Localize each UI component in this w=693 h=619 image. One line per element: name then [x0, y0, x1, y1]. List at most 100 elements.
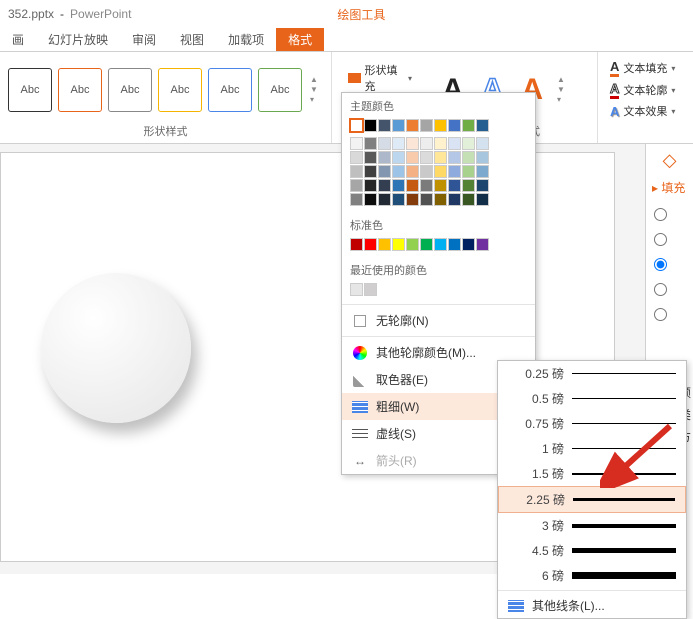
tab-review[interactable]: 审阅 — [120, 28, 168, 51]
theme-shade-swatch[interactable] — [392, 165, 405, 178]
theme-shade-swatch[interactable] — [406, 193, 419, 206]
theme-shade-swatch[interactable] — [406, 151, 419, 164]
text-effects-button[interactable]: A 文本效果▾ — [606, 102, 679, 120]
more-lines-item[interactable]: 其他线条(L)... — [498, 593, 686, 618]
theme-shade-swatch[interactable] — [462, 137, 475, 150]
theme-shade-swatch[interactable] — [462, 193, 475, 206]
theme-shade-swatch[interactable] — [434, 179, 447, 192]
theme-color-swatch[interactable] — [350, 119, 363, 132]
text-fill-button[interactable]: A 文本填充▾ — [606, 58, 679, 78]
weight-option[interactable]: 1 磅 — [498, 436, 686, 461]
theme-shade-swatch[interactable] — [378, 137, 391, 150]
theme-shade-swatch[interactable] — [420, 193, 433, 206]
shape-style-5[interactable]: Abc — [208, 68, 252, 112]
theme-shade-swatch[interactable] — [378, 165, 391, 178]
theme-color-swatch[interactable] — [420, 119, 433, 132]
shape-style-6[interactable]: Abc — [258, 68, 302, 112]
tab-anim[interactable]: 画 — [0, 28, 36, 51]
theme-shade-swatch[interactable] — [434, 137, 447, 150]
theme-shade-swatch[interactable] — [476, 179, 489, 192]
theme-shade-swatch[interactable] — [448, 151, 461, 164]
weight-option[interactable]: 3 磅 — [498, 513, 686, 538]
standard-color-swatch[interactable] — [476, 238, 489, 251]
weight-option[interactable]: 2.25 磅 — [498, 486, 686, 513]
theme-shade-swatch[interactable] — [434, 151, 447, 164]
fill-option-5[interactable] — [648, 302, 691, 327]
standard-color-swatch[interactable] — [406, 238, 419, 251]
weight-option[interactable]: 1.5 磅 — [498, 461, 686, 486]
theme-shade-swatch[interactable] — [392, 193, 405, 206]
theme-shade-swatch[interactable] — [476, 165, 489, 178]
theme-color-swatch[interactable] — [392, 119, 405, 132]
theme-shade-swatch[interactable] — [364, 179, 377, 192]
gallery-more-icon[interactable]: ▾ — [557, 95, 565, 104]
shape-style-2[interactable]: Abc — [58, 68, 102, 112]
shape-style-1[interactable]: Abc — [8, 68, 52, 112]
theme-shade-swatch[interactable] — [392, 179, 405, 192]
circle-shape[interactable] — [41, 273, 191, 423]
fill-section-title[interactable]: ▸ 填充 — [648, 171, 691, 202]
theme-shade-swatch[interactable] — [350, 179, 363, 192]
tab-slideshow[interactable]: 幻灯片放映 — [36, 28, 120, 51]
standard-color-swatch[interactable] — [364, 238, 377, 251]
theme-shade-swatch[interactable] — [420, 137, 433, 150]
theme-shade-swatch[interactable] — [406, 165, 419, 178]
theme-shade-swatch[interactable] — [392, 151, 405, 164]
weight-option[interactable]: 4.5 磅 — [498, 538, 686, 563]
theme-color-swatch[interactable] — [378, 119, 391, 132]
theme-shade-swatch[interactable] — [476, 151, 489, 164]
gallery-down-icon[interactable]: ▼ — [557, 85, 565, 94]
theme-color-swatch[interactable] — [448, 119, 461, 132]
format-pane-icon[interactable]: ◇ — [648, 150, 691, 171]
text-outline-button[interactable]: A 文本轮廓▾ — [606, 80, 679, 100]
fill-option-3[interactable] — [648, 252, 691, 277]
theme-shade-swatch[interactable] — [434, 165, 447, 178]
theme-shade-swatch[interactable] — [420, 165, 433, 178]
theme-shade-swatch[interactable] — [420, 179, 433, 192]
standard-color-swatch[interactable] — [378, 238, 391, 251]
theme-color-swatch[interactable] — [462, 119, 475, 132]
standard-color-swatch[interactable] — [350, 238, 363, 251]
standard-color-swatch[interactable] — [462, 238, 475, 251]
theme-shade-swatch[interactable] — [378, 193, 391, 206]
theme-shade-swatch[interactable] — [378, 151, 391, 164]
gallery-up-icon[interactable]: ▲ — [557, 75, 565, 84]
fill-option-4[interactable] — [648, 277, 691, 302]
recent-color-swatch[interactable] — [350, 283, 363, 296]
theme-color-swatch[interactable] — [434, 119, 447, 132]
theme-color-swatch[interactable] — [406, 119, 419, 132]
standard-color-swatch[interactable] — [448, 238, 461, 251]
standard-color-swatch[interactable] — [420, 238, 433, 251]
tab-view[interactable]: 视图 — [168, 28, 216, 51]
theme-shade-swatch[interactable] — [448, 193, 461, 206]
theme-shade-swatch[interactable] — [364, 165, 377, 178]
theme-color-swatch[interactable] — [364, 119, 377, 132]
recent-color-swatch[interactable] — [364, 283, 377, 296]
standard-color-swatch[interactable] — [392, 238, 405, 251]
theme-shade-swatch[interactable] — [462, 179, 475, 192]
theme-shade-swatch[interactable] — [448, 165, 461, 178]
shape-style-4[interactable]: Abc — [158, 68, 202, 112]
theme-shade-swatch[interactable] — [420, 151, 433, 164]
tab-addins[interactable]: 加载项 — [216, 28, 276, 51]
theme-shade-swatch[interactable] — [350, 193, 363, 206]
theme-shade-swatch[interactable] — [448, 179, 461, 192]
theme-shade-swatch[interactable] — [364, 137, 377, 150]
theme-shade-swatch[interactable] — [364, 151, 377, 164]
theme-shade-swatch[interactable] — [350, 137, 363, 150]
theme-shade-swatch[interactable] — [378, 179, 391, 192]
weight-option[interactable]: 0.5 磅 — [498, 386, 686, 411]
theme-shade-swatch[interactable] — [476, 137, 489, 150]
shape-style-3[interactable]: Abc — [108, 68, 152, 112]
fill-option-1[interactable] — [648, 202, 691, 227]
weight-option[interactable]: 0.25 磅 — [498, 361, 686, 386]
gallery-up-icon[interactable]: ▲ — [310, 75, 318, 84]
theme-shade-swatch[interactable] — [364, 193, 377, 206]
weight-option[interactable]: 0.75 磅 — [498, 411, 686, 436]
theme-shade-swatch[interactable] — [448, 137, 461, 150]
gallery-more-icon[interactable]: ▾ — [310, 95, 318, 104]
theme-shade-swatch[interactable] — [476, 193, 489, 206]
theme-shade-swatch[interactable] — [350, 151, 363, 164]
theme-shade-swatch[interactable] — [406, 137, 419, 150]
shape-fill-button[interactable]: 形状填充 ▾ — [342, 60, 418, 96]
